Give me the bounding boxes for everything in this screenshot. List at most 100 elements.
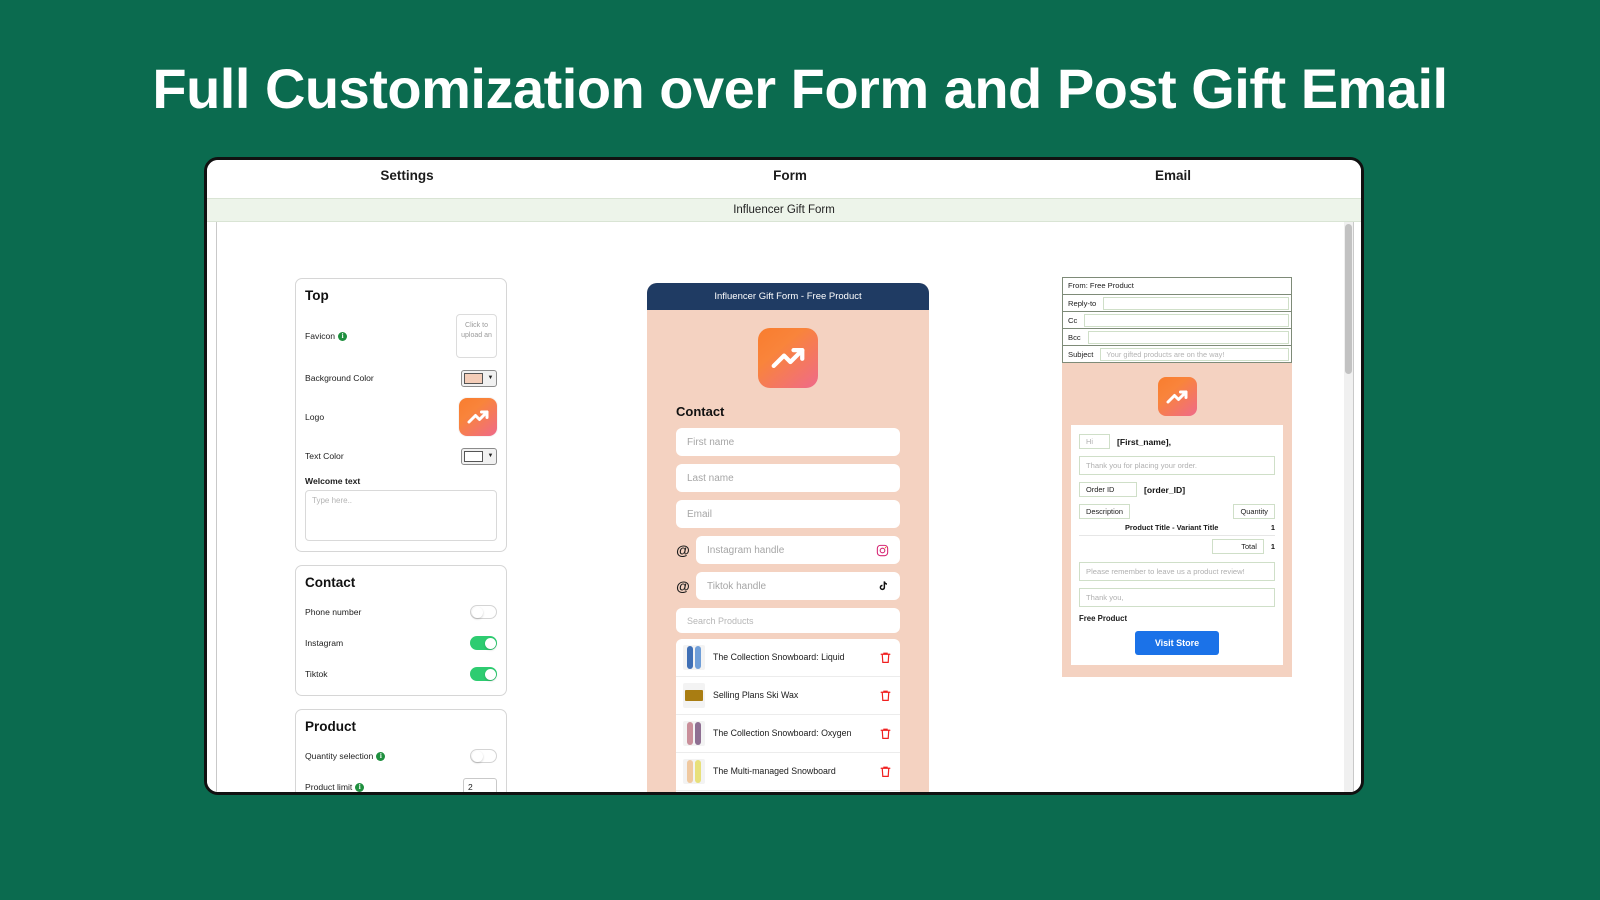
product-thumbnail	[683, 645, 705, 670]
phone-number-label: Phone number	[305, 607, 362, 617]
email-description-chip[interactable]: Description	[1079, 504, 1130, 519]
email-quantity-chip[interactable]: Quantity	[1233, 504, 1275, 519]
tab-form[interactable]: Form	[700, 168, 880, 183]
row-logo: Logo	[305, 398, 497, 436]
quantity-selection-label-group: Quantity selection i	[305, 751, 386, 761]
email-bcc-input[interactable]	[1087, 330, 1289, 344]
row-phone-number: Phone number	[305, 601, 497, 623]
info-icon[interactable]: i	[338, 331, 348, 341]
product-limit-label-group: Product limit i	[305, 782, 365, 792]
instagram-toggle[interactable]	[470, 636, 497, 650]
email-sender-name: Free Product	[1079, 614, 1128, 623]
info-icon[interactable]: i	[376, 751, 386, 761]
tiktok-toggle[interactable]	[470, 667, 497, 681]
content-inner: Top Favicon i Click to upload an Backgro…	[216, 222, 1354, 792]
quantity-selection-toggle[interactable]	[470, 749, 497, 763]
email-first-name-token: [First_name],	[1117, 436, 1171, 447]
logo-thumbnail[interactable]	[459, 398, 497, 436]
email-input[interactable]: Email	[676, 500, 900, 528]
row-favicon: Favicon i Click to upload an	[305, 314, 497, 358]
email-order-id-line: Order ID [order_ID]	[1079, 482, 1275, 497]
tabs-bar: Settings Form Email	[207, 160, 1361, 198]
favicon-label: Favicon	[305, 331, 336, 341]
tab-settings[interactable]: Settings	[317, 168, 497, 183]
trash-icon[interactable]	[879, 689, 892, 702]
product-thumbnail	[683, 683, 705, 708]
tiktok-handle-placeholder: Tiktok handle	[707, 580, 767, 592]
product-row[interactable]: Selling Plans Ski Wax	[676, 677, 900, 715]
email-item-quantity: 1	[1270, 523, 1275, 532]
toggle-knob	[472, 607, 483, 618]
product-row[interactable]: The Collection Snowboard: Liquid	[676, 639, 900, 677]
welcome-text-input[interactable]: Type here..	[305, 490, 497, 541]
app-window: Settings Form Email Influencer Gift Form…	[204, 157, 1364, 795]
trash-icon[interactable]	[879, 727, 892, 740]
background-color-picker[interactable]: ▼	[461, 369, 497, 387]
email-cc-label: Cc	[1068, 315, 1078, 325]
trending-up-icon	[1166, 390, 1188, 403]
email-content-card: Hi [First_name], Thank you for placing y…	[1071, 425, 1283, 665]
trash-icon[interactable]	[879, 651, 892, 664]
product-limit-input[interactable]: 2	[463, 777, 497, 792]
tiktok-handle-row: @ Tiktok handle	[676, 572, 900, 600]
settings-card-top: Top Favicon i Click to upload an Backgro…	[295, 278, 507, 552]
product-row[interactable]: The Multi-managed Snowboard	[676, 753, 900, 791]
email-replyto-label: Reply-to	[1068, 298, 1097, 308]
row-instagram: Instagram	[305, 632, 497, 654]
visit-store-button[interactable]: Visit Store	[1134, 631, 1220, 655]
email-thank-you-input[interactable]: Thank you for placing your order.	[1079, 456, 1275, 475]
email-greeting-input[interactable]: Hi	[1079, 434, 1110, 449]
row-tiktok: Tiktok	[305, 663, 497, 685]
email-subject-input[interactable]: Your gifted products are on the way!	[1100, 347, 1289, 361]
email-body: Hi [First_name], Thank you for placing y…	[1062, 363, 1292, 677]
info-icon[interactable]: i	[355, 782, 365, 792]
row-background-color: Background Color ▼	[305, 367, 497, 389]
chevron-down-icon: ▼	[487, 453, 494, 459]
tiktok-handle-input[interactable]: Tiktok handle	[696, 572, 900, 600]
scrollbar-thumb[interactable]	[1345, 224, 1352, 374]
email-cc-input[interactable]	[1084, 313, 1289, 327]
tab-email[interactable]: Email	[1083, 168, 1263, 183]
email-header-row-from: From: Free Product	[1063, 278, 1291, 295]
last-name-input[interactable]: Last name	[676, 464, 900, 492]
product-row[interactable]: The 3p Fulfilled Snowboard Add	[676, 791, 900, 792]
email-order-id-chip[interactable]: Order ID	[1079, 482, 1137, 497]
quantity-selection-label: Quantity selection	[305, 751, 374, 761]
form-logo	[758, 328, 818, 388]
email-replyto-input[interactable]	[1103, 296, 1289, 310]
search-products-input[interactable]: Search Products	[676, 608, 900, 633]
settings-panel: Top Favicon i Click to upload an Backgro…	[295, 278, 507, 792]
form-preview-topbar: Influencer Gift Form - Free Product	[647, 283, 929, 310]
background-color-label: Background Color	[305, 373, 374, 383]
card-title-contact: Contact	[305, 575, 356, 590]
instagram-handle-placeholder: Instagram handle	[707, 544, 785, 556]
row-product-limit: Product limit i 2	[305, 776, 497, 792]
email-closing-input[interactable]: Thank you,	[1079, 588, 1275, 607]
email-header-row-replyto: Reply-to	[1063, 295, 1291, 312]
first-name-input[interactable]: First name	[676, 428, 900, 456]
instagram-handle-input[interactable]: Instagram handle	[696, 536, 900, 564]
settings-card-contact: Contact Phone number Instagram Tiktok	[295, 565, 507, 696]
text-color-label: Text Color	[305, 451, 344, 461]
email-greeting-line: Hi [First_name],	[1079, 434, 1275, 449]
favicon-upload-button[interactable]: Click to upload an	[456, 314, 497, 358]
email-total-chip[interactable]: Total	[1211, 539, 1264, 554]
product-row[interactable]: The Collection Snowboard: Oxygen	[676, 715, 900, 753]
email-item-title: Product Title - Variant Title	[1125, 523, 1219, 532]
row-text-color: Text Color ▼	[305, 445, 497, 467]
vertical-scrollbar[interactable]	[1344, 222, 1353, 792]
instagram-label: Instagram	[305, 638, 344, 648]
tiktok-icon	[879, 580, 887, 590]
at-symbol-icon: @	[676, 542, 690, 558]
product-name: The Collection Snowboard: Liquid	[713, 651, 845, 662]
email-review-input[interactable]: Please remember to leave us a product re…	[1079, 562, 1275, 581]
email-items-table-head: Description Quantity	[1079, 504, 1275, 519]
email-total-value: 1	[1270, 542, 1275, 551]
trending-up-icon	[467, 410, 489, 424]
text-color-picker[interactable]: ▼	[461, 447, 497, 465]
trash-icon[interactable]	[879, 765, 892, 778]
phone-number-toggle[interactable]	[470, 605, 497, 619]
product-name: The Collection Snowboard: Oxygen	[713, 727, 852, 738]
product-thumbnail	[683, 759, 705, 784]
product-thumbnail	[683, 721, 705, 746]
